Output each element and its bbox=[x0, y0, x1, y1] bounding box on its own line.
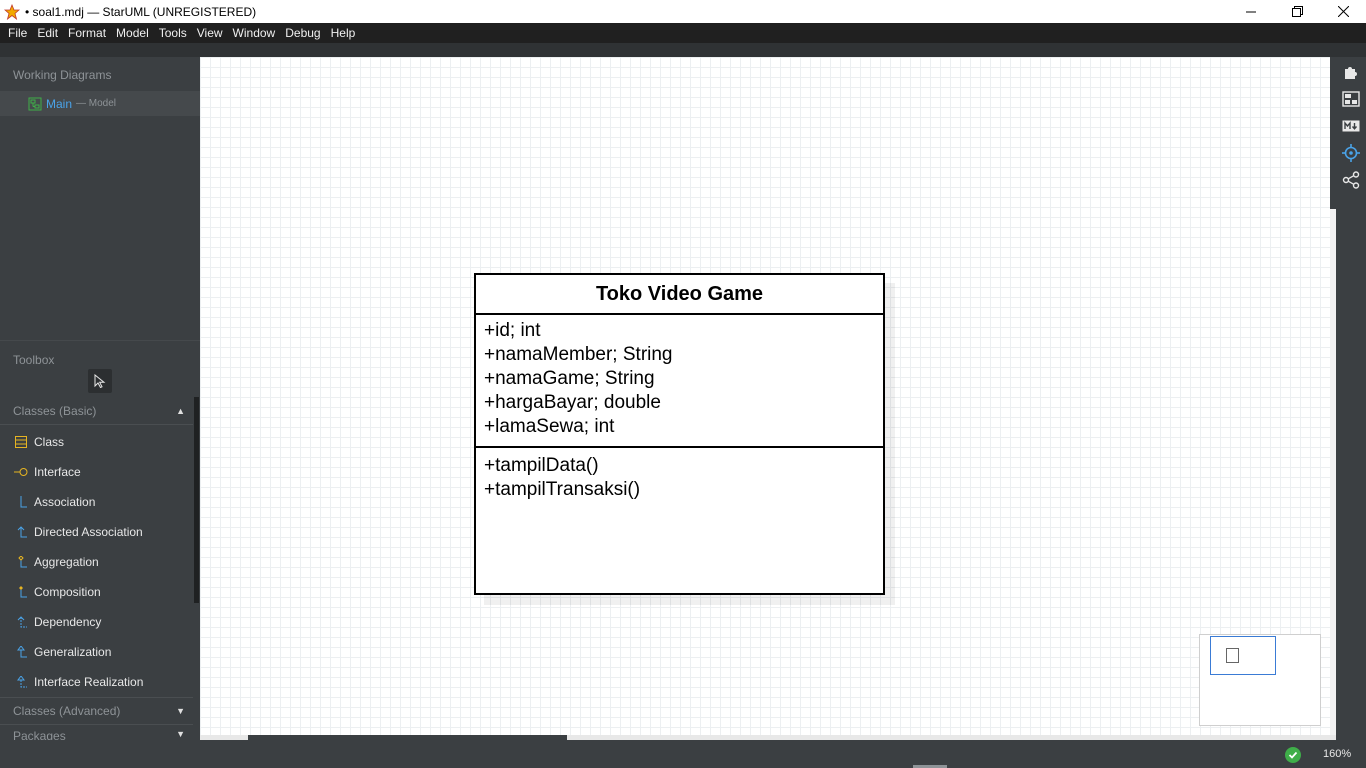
dependency-tool-icon bbox=[14, 615, 28, 629]
collapse-caret-icon: ▲ bbox=[176, 405, 185, 416]
tool-interface-realization[interactable]: Interface Realization bbox=[0, 667, 193, 697]
diagram-canvas[interactable]: Toko Video Game +id; int +namaMember; St… bbox=[200, 57, 1330, 735]
tool-association[interactable]: Association bbox=[0, 487, 193, 517]
working-diagrams-panel: Working Diagrams Main — Model Toolbox Cl… bbox=[0, 57, 200, 741]
tool-composition[interactable]: Composition bbox=[0, 577, 193, 607]
class-diagram-icon bbox=[28, 97, 42, 111]
section-classes-advanced-label: Classes (Advanced) bbox=[13, 704, 121, 718]
close-icon bbox=[1337, 6, 1349, 17]
menu-view[interactable]: View bbox=[192, 23, 228, 43]
title-bar: • soal1.mdj — StarUML (UNREGISTERED) bbox=[0, 0, 1366, 23]
cursor-arrow-icon bbox=[94, 374, 106, 388]
expand-caret-icon: ▼ bbox=[176, 706, 185, 716]
tool-interface-realization-label: Interface Realization bbox=[34, 675, 144, 689]
diagram-owner: — Model bbox=[76, 98, 117, 109]
menu-edit[interactable]: Edit bbox=[32, 23, 63, 43]
operation-row[interactable]: +tampilTransaksi() bbox=[484, 478, 875, 502]
status-bar: 160% bbox=[0, 740, 1366, 768]
attribute-row[interactable]: +lamaSewa; int bbox=[484, 415, 875, 439]
tool-interface-label: Interface bbox=[34, 465, 81, 479]
outline-icon bbox=[1342, 91, 1360, 107]
zoom-level[interactable]: 160% bbox=[1323, 748, 1351, 760]
restore-button[interactable] bbox=[1274, 0, 1320, 23]
right-toolbar bbox=[1336, 57, 1366, 740]
close-button[interactable] bbox=[1320, 0, 1366, 23]
window-title: • soal1.mdj — StarUML (UNREGISTERED) bbox=[25, 4, 257, 19]
navigator-icon bbox=[1342, 144, 1360, 162]
working-diagrams-header: Working Diagrams bbox=[13, 68, 112, 82]
tool-generalization[interactable]: Generalization bbox=[0, 637, 193, 667]
menu-bar: File Edit Format Model Tools View Window… bbox=[0, 23, 1366, 43]
menu-model[interactable]: Model bbox=[111, 23, 154, 43]
tool-aggregation[interactable]: Aggregation bbox=[0, 547, 193, 577]
tool-class[interactable]: Class bbox=[0, 427, 193, 457]
menu-help[interactable]: Help bbox=[326, 23, 361, 43]
attribute-compartment[interactable]: +id; int +namaMember; String +namaGame; … bbox=[476, 315, 883, 448]
toolbox-panel: Toolbox Classes (Basic) ▲ Class Interfac… bbox=[0, 340, 200, 741]
diagram-name: Main bbox=[46, 96, 73, 111]
menu-window[interactable]: Window bbox=[228, 23, 281, 43]
pointer-tool-button[interactable] bbox=[88, 369, 112, 393]
tool-dependency[interactable]: Dependency bbox=[0, 607, 193, 637]
menu-format[interactable]: Format bbox=[63, 23, 111, 43]
working-diagram-item-main[interactable]: Main — Model bbox=[0, 91, 200, 116]
directed-association-tool-icon bbox=[14, 525, 28, 539]
tool-generalization-label: Generalization bbox=[34, 645, 112, 659]
markdown-button[interactable] bbox=[1341, 116, 1361, 136]
section-classes-basic[interactable]: Classes (Basic) ▲ bbox=[0, 397, 193, 425]
operation-row[interactable]: +tampilData() bbox=[484, 454, 875, 478]
share-button[interactable] bbox=[1341, 170, 1361, 190]
class-tool-icon bbox=[14, 435, 28, 449]
minimap-viewport[interactable] bbox=[1210, 636, 1276, 675]
validation-ok-icon[interactable] bbox=[1285, 747, 1301, 763]
tool-composition-label: Composition bbox=[34, 585, 101, 599]
composition-tool-icon bbox=[14, 585, 28, 599]
tool-class-label: Class bbox=[34, 435, 65, 449]
menu-file[interactable]: File bbox=[3, 23, 32, 43]
tool-directed-association[interactable]: Directed Association bbox=[0, 517, 193, 547]
menu-tools[interactable]: Tools bbox=[154, 23, 192, 43]
section-classes-basic-label: Classes (Basic) bbox=[13, 403, 97, 418]
tool-aggregation-label: Aggregation bbox=[34, 555, 99, 569]
minimap-class-thumbnail bbox=[1226, 648, 1239, 663]
restore-icon bbox=[1291, 6, 1303, 17]
toolbox-scrollbar[interactable] bbox=[194, 397, 199, 603]
tool-interface[interactable]: Interface bbox=[0, 457, 193, 487]
uml-class-toko-video-game[interactable]: Toko Video Game +id; int +namaMember; St… bbox=[474, 273, 885, 595]
menu-debug[interactable]: Debug bbox=[280, 23, 325, 43]
tool-directed-association-label: Directed Association bbox=[34, 525, 143, 539]
attribute-row[interactable]: +hargaBayar; double bbox=[484, 391, 875, 415]
tool-dependency-label: Dependency bbox=[34, 615, 102, 629]
association-tool-icon bbox=[14, 495, 28, 509]
outline-button[interactable] bbox=[1341, 89, 1361, 109]
markdown-icon bbox=[1342, 120, 1360, 132]
attribute-row[interactable]: +namaMember; String bbox=[484, 343, 875, 367]
minimap[interactable] bbox=[1199, 634, 1321, 726]
staruml-logo-icon bbox=[3, 3, 21, 21]
extension-manager-button[interactable] bbox=[1341, 62, 1361, 82]
attribute-row[interactable]: +id; int bbox=[484, 319, 875, 343]
interface-tool-icon bbox=[14, 465, 28, 479]
operation-compartment[interactable]: +tampilData() +tampilTransaksi() bbox=[476, 448, 883, 508]
generalization-tool-icon bbox=[14, 645, 28, 659]
interface-realization-tool-icon bbox=[14, 675, 28, 689]
section-classes-advanced[interactable]: Classes (Advanced) ▼ bbox=[0, 697, 193, 725]
toolbox-header: Toolbox bbox=[13, 353, 55, 367]
expand-caret-icon: ▼ bbox=[176, 729, 185, 739]
aggregation-tool-icon bbox=[14, 555, 28, 569]
attribute-row[interactable]: +namaGame; String bbox=[484, 367, 875, 391]
minimize-button[interactable] bbox=[1228, 0, 1274, 23]
class-name[interactable]: Toko Video Game bbox=[476, 275, 883, 315]
extension-icon bbox=[1345, 67, 1357, 79]
section-packages[interactable]: Packages ▼ bbox=[0, 727, 193, 741]
share-icon bbox=[1342, 171, 1360, 189]
minimize-icon bbox=[1246, 11, 1256, 12]
tool-association-label: Association bbox=[34, 495, 96, 509]
navigator-button[interactable] bbox=[1341, 143, 1361, 163]
